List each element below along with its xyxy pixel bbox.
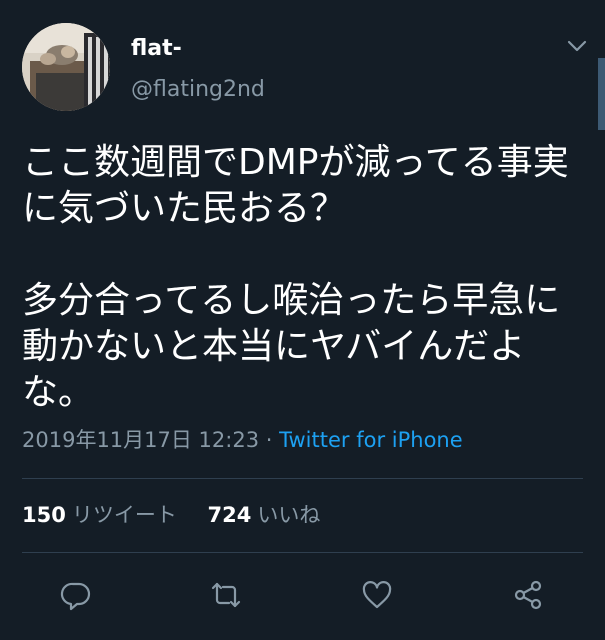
heart-icon xyxy=(362,581,392,609)
reply-button[interactable] xyxy=(56,575,96,615)
source-link[interactable]: Twitter for iPhone xyxy=(279,428,463,452)
retweets-count: 150 xyxy=(22,503,66,527)
avatar-photo-icon xyxy=(22,23,110,111)
timestamp[interactable]: 2019年11月17日 12:23 xyxy=(22,428,259,452)
tweet-text: ここ数週間でDMPが減ってる事実に気づいた民おる？ 多分合ってるし喉治ったら早急… xyxy=(22,140,582,416)
divider xyxy=(22,478,583,479)
retweet-button[interactable] xyxy=(206,575,246,615)
chevron-down-icon[interactable] xyxy=(566,38,588,54)
tweet-stats: 150 リツイート 724 いいね xyxy=(22,505,320,526)
share-button[interactable] xyxy=(508,575,548,615)
scrollbar[interactable] xyxy=(598,58,605,130)
tweet-meta: 2019年11月17日 12:23 · Twitter for iPhone xyxy=(22,430,463,451)
action-bar xyxy=(0,575,605,615)
tweet-paragraph: ここ数週間でDMPが減ってる事実に気づいた民おる？ xyxy=(22,142,569,229)
tweet-header: flat- @flating2nd xyxy=(0,0,605,130)
retweet-icon xyxy=(211,582,241,608)
likes-label: いいね xyxy=(257,503,321,527)
avatar[interactable] xyxy=(22,23,110,111)
like-button[interactable] xyxy=(357,575,397,615)
meta-separator: · xyxy=(265,428,273,452)
display-name[interactable]: flat- xyxy=(131,38,182,60)
likes-count: 724 xyxy=(207,503,252,527)
likes-stat[interactable]: 724 いいね xyxy=(208,505,321,526)
share-icon xyxy=(514,580,542,610)
retweets-stat[interactable]: 150 リツイート xyxy=(22,505,177,526)
divider xyxy=(22,552,583,553)
retweets-label: リツイート xyxy=(71,503,177,527)
tweet-paragraph: 多分合ってるし喉治ったら早急に動かないと本当にヤバイんだよな。 xyxy=(22,280,561,413)
reply-icon xyxy=(60,582,91,611)
user-handle[interactable]: @flating2nd xyxy=(131,79,265,101)
